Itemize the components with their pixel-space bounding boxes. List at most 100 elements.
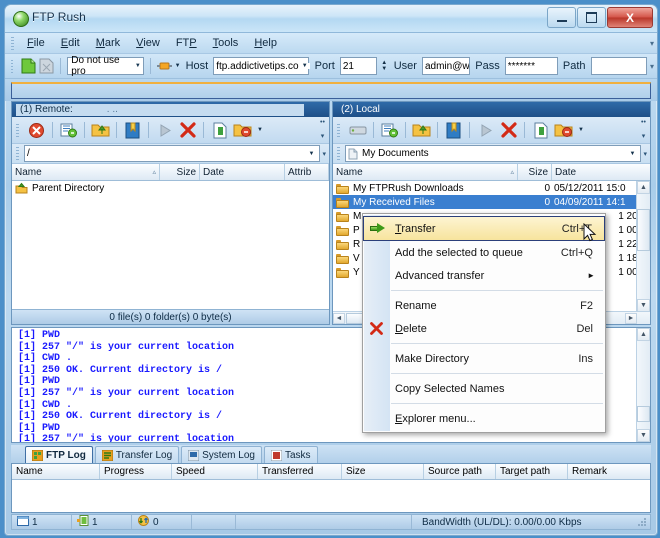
context-menu-item-rename[interactable]: Rename F2 xyxy=(363,294,605,317)
menu-item-edit[interactable]: Edit xyxy=(53,35,88,51)
remote-col-size[interactable]: Size xyxy=(160,164,200,180)
context-menu-item-copy-selected-names[interactable]: Copy Selected Names xyxy=(363,377,605,400)
queue-col-remark[interactable]: Remark xyxy=(568,464,650,479)
queue-col-speed[interactable]: Speed xyxy=(172,464,258,479)
chevron-down-icon[interactable]: ▼ xyxy=(133,59,143,73)
scroll-left-icon[interactable]: ◄ xyxy=(333,312,345,324)
tab-tasks[interactable]: Tasks xyxy=(263,446,318,463)
minimize-button[interactable] xyxy=(547,7,576,28)
tab-transfer-log[interactable]: Transfer Log xyxy=(94,446,180,463)
orange-plug-icon[interactable] xyxy=(156,57,172,75)
context-menu-item-advanced-transfer[interactable]: Advanced transfer ► xyxy=(363,264,605,287)
green-page-icon[interactable] xyxy=(21,57,36,75)
queue-col-name[interactable]: Name xyxy=(12,464,100,479)
remote-col-date[interactable]: Date xyxy=(200,164,285,180)
bookmark-icon[interactable] xyxy=(122,120,143,141)
context-menu-item-transfer[interactable]: Transfer Ctrl+T xyxy=(363,216,605,241)
menu-item-file[interactable]: FFileile xyxy=(19,35,53,51)
transfer-mode-chevron-icon[interactable]: ▼ xyxy=(175,63,181,69)
remote-toolbar-overflow-icon[interactable]: •• ▾ xyxy=(318,119,327,140)
log-vertical-scrollbar[interactable]: ▲ ▼ xyxy=(636,328,650,442)
menu-item-help[interactable]: Help xyxy=(246,35,285,51)
remote-path-overflow-icon[interactable]: ▾ xyxy=(322,150,329,158)
resize-grip-icon[interactable] xyxy=(637,517,647,527)
upload-folder-icon[interactable] xyxy=(90,120,111,141)
remote-path-grip[interactable] xyxy=(16,147,19,160)
user-input[interactable]: admin@w xyxy=(421,57,471,75)
local-path-chevron-icon[interactable]: ▼ xyxy=(627,151,639,157)
session-tab[interactable] xyxy=(11,82,651,99)
remote-path-chevron-icon[interactable]: ▼ xyxy=(306,151,318,157)
host-input[interactable]: ftp.addictivetips.co xyxy=(213,57,309,75)
protocol-combo[interactable]: Do not use pro ▼ xyxy=(67,55,144,77)
grey-page-icon[interactable] xyxy=(39,57,54,75)
remote-col-attrib[interactable]: Attrib xyxy=(285,164,329,180)
pass-input[interactable]: ******* xyxy=(504,57,558,75)
new-file-icon[interactable] xyxy=(209,120,230,141)
toolbar-grip[interactable] xyxy=(11,59,14,73)
local-toolbar-dropdown-arrow-icon[interactable]: ▼ xyxy=(576,127,584,133)
local-col-size[interactable]: Size xyxy=(518,164,552,180)
bookmark-icon[interactable] xyxy=(443,120,464,141)
list-item[interactable]: My FTPRush Downloads 0 05/12/2011 15:0 xyxy=(333,181,650,195)
port-stepper[interactable]: ▲ ▼ xyxy=(380,58,389,75)
disconnect-icon[interactable] xyxy=(26,120,47,141)
tab-ftp-log[interactable]: FTP Log xyxy=(25,446,93,463)
new-file-icon[interactable] xyxy=(530,120,551,141)
menu-overflow-icon[interactable]: ▾ xyxy=(650,39,654,48)
scroll-right-icon[interactable]: ► xyxy=(625,312,637,324)
list-item[interactable]: Parent Directory xyxy=(12,181,329,195)
new-folder-icon[interactable] xyxy=(553,120,574,141)
scrollbar-thumb[interactable] xyxy=(637,209,650,251)
upload-folder-icon[interactable] xyxy=(411,120,432,141)
queue-col-target-path[interactable]: Target path xyxy=(496,464,568,479)
delete-icon[interactable] xyxy=(498,120,519,141)
context-menu-item-make-directory[interactable]: Make Directory Ins xyxy=(363,347,605,370)
queue-col-source-path[interactable]: Source path xyxy=(424,464,496,479)
scroll-up-icon[interactable]: ▲ xyxy=(637,181,650,194)
local-col-date[interactable]: Date xyxy=(552,164,639,180)
context-menu-item-explorer-menu[interactable]: Explorer menu... xyxy=(363,407,605,430)
connection-toolbar-overflow-icon[interactable]: ▾ xyxy=(650,62,654,71)
maximize-button[interactable] xyxy=(577,7,606,28)
local-toolbar-overflow-icon[interactable]: •• ▾ xyxy=(639,119,648,140)
local-path-grip[interactable] xyxy=(337,147,340,160)
path-input[interactable] xyxy=(590,57,647,75)
queue-col-size[interactable]: Size xyxy=(342,464,424,479)
local-col-name[interactable]: Name ▵ xyxy=(333,164,518,180)
menu-item-mark[interactable]: Mark xyxy=(88,35,128,51)
remote-file-list[interactable]: Parent Directory xyxy=(12,181,329,309)
remote-toolbar-grip[interactable] xyxy=(16,123,19,137)
menu-grip[interactable] xyxy=(11,36,14,50)
scroll-down-icon[interactable]: ▼ xyxy=(637,429,650,442)
local-path-input[interactable]: My Documents ▼ xyxy=(345,145,642,162)
remote-col-name[interactable]: Name ▵ xyxy=(12,164,160,180)
transfer-queue-panel[interactable]: Name Progress Speed Transferred Size Sou… xyxy=(11,463,651,513)
tab-system-log[interactable]: System Log xyxy=(181,446,262,463)
close-button[interactable]: X xyxy=(607,7,653,28)
local-list-vertical-scrollbar[interactable]: ▲ ▼ xyxy=(636,181,650,324)
host-history-chevron-icon[interactable]: ▼ xyxy=(299,63,310,69)
new-folder-icon[interactable] xyxy=(232,120,253,141)
remote-path-input[interactable]: / ▼ xyxy=(24,145,321,162)
refresh-icon[interactable] xyxy=(379,120,400,141)
menu-item-tools[interactable]: Tools xyxy=(205,35,247,51)
queue-col-progress[interactable]: Progress xyxy=(100,464,172,479)
queue-col-transferred[interactable]: Transferred xyxy=(258,464,342,479)
menu-item-view[interactable]: View xyxy=(128,35,168,51)
context-menu-item-add-to-queue[interactable]: Add the selected to queue Ctrl+Q xyxy=(363,241,605,264)
context-menu-item-delete[interactable]: Delete Del xyxy=(363,317,605,340)
local-toolbar-grip[interactable] xyxy=(337,123,340,137)
scrollbar-thumb[interactable] xyxy=(637,406,650,422)
scroll-up-icon[interactable]: ▲ xyxy=(637,328,650,341)
list-item[interactable]: My Received Files 0 04/09/2011 14:1 xyxy=(333,195,650,209)
delete-icon[interactable] xyxy=(177,120,198,141)
port-input[interactable]: 21 xyxy=(339,57,377,75)
remote-tb-sep-2 xyxy=(84,122,85,138)
refresh-icon[interactable] xyxy=(58,120,79,141)
remote-toolbar-dropdown-arrow-icon[interactable]: ▼ xyxy=(255,127,263,133)
local-path-overflow-icon[interactable]: ▾ xyxy=(643,150,650,158)
drive-icon[interactable] xyxy=(347,120,368,141)
menu-item-ftp[interactable]: FTP xyxy=(168,35,205,51)
context-item-label: Delete xyxy=(395,322,427,335)
